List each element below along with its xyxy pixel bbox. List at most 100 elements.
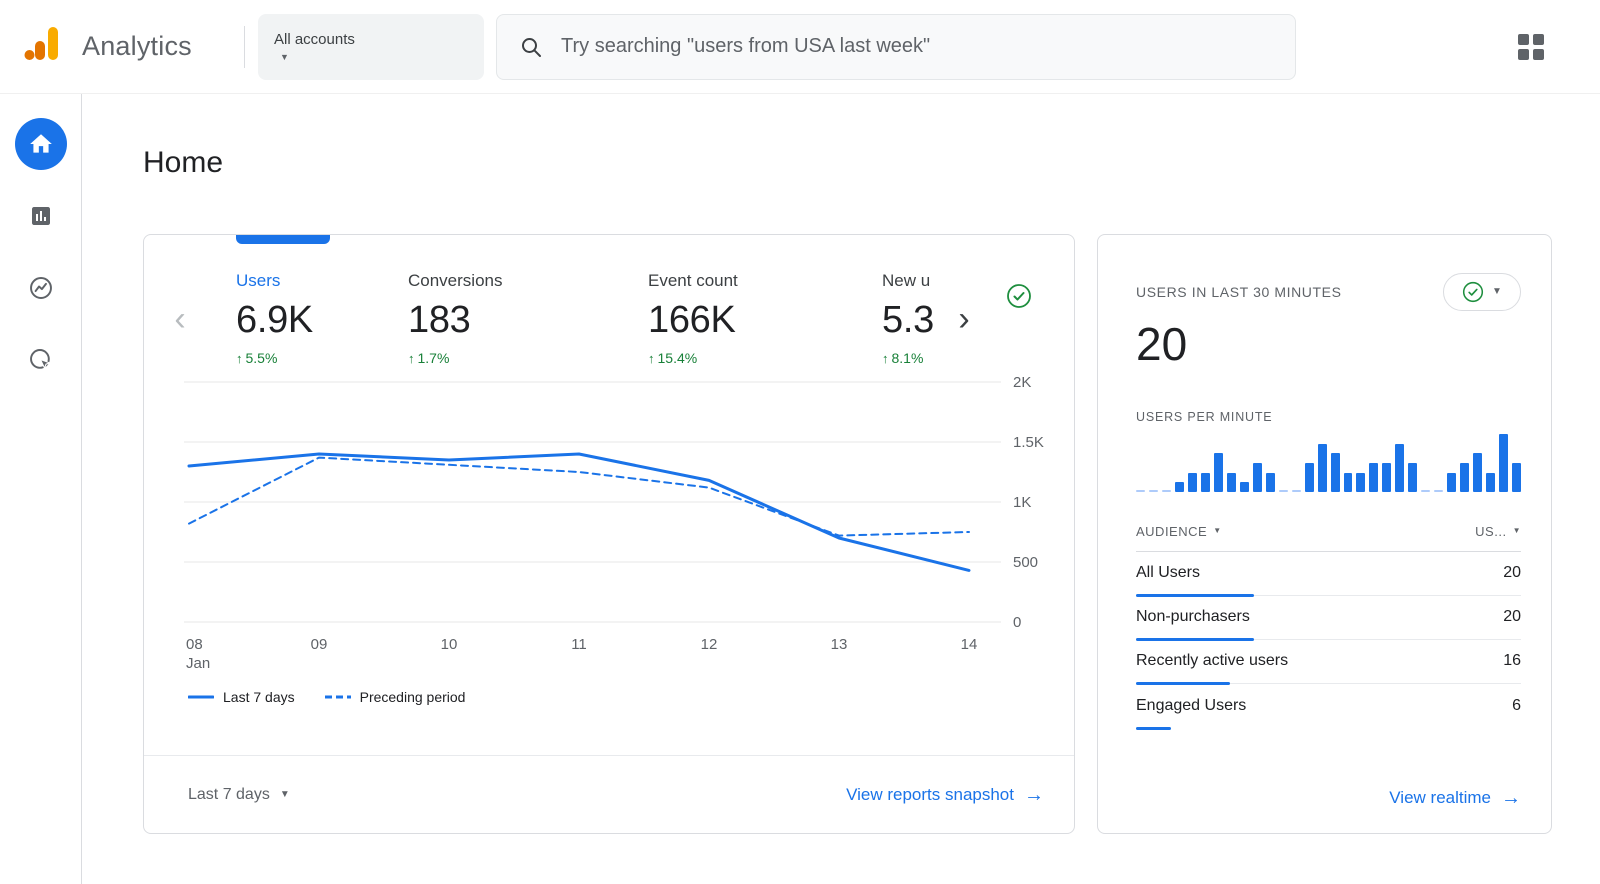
- y-axis-tick-label: 2K: [1013, 374, 1031, 391]
- date-range-selector[interactable]: Last 7 days ▼: [188, 786, 290, 804]
- apps-grid-icon[interactable]: [1518, 34, 1544, 60]
- x-axis-tick-label: 13: [831, 636, 848, 653]
- apps-grid-dot: [1518, 34, 1529, 45]
- chevron-down-icon: ▼: [1492, 287, 1502, 297]
- apps-grid-dot: [1518, 49, 1529, 60]
- audience-value: 16: [1503, 652, 1521, 670]
- arrow-forward-icon: →: [1501, 788, 1521, 808]
- sidebar-item-reports[interactable]: [15, 190, 67, 242]
- minute-bar: [1369, 463, 1378, 492]
- sidebar-item-explore[interactable]: [15, 262, 67, 314]
- audience-row[interactable]: Engaged Users 6: [1136, 684, 1521, 728]
- minute-bar: [1421, 490, 1430, 492]
- metric-label: New u: [882, 271, 952, 291]
- audience-name: All Users: [1136, 564, 1200, 582]
- x-axis-tick-label: 09: [311, 636, 328, 653]
- dashed-line-swatch: [325, 694, 351, 700]
- metric-label: Event count: [648, 271, 882, 291]
- chevron-down-icon: ▼: [280, 790, 290, 800]
- sidebar-item-home[interactable]: [15, 118, 67, 170]
- view-realtime-link[interactable]: View realtime →: [1389, 788, 1521, 808]
- audience-row[interactable]: All Users 20: [1136, 552, 1521, 596]
- main-content: Home ‹ Users 6.9K ↑ 5.5% Conversions 183: [82, 94, 1600, 884]
- audience-row-bar: [1136, 727, 1171, 730]
- minute-bar: [1175, 482, 1184, 492]
- minute-bar: [1512, 463, 1521, 492]
- minute-bar: [1136, 490, 1145, 492]
- y-axis-tick-label: 0: [1013, 614, 1021, 631]
- minute-bar: [1395, 444, 1404, 492]
- metric-delta-value: 1.7%: [418, 350, 450, 366]
- users-last-30min-value: 20: [1136, 319, 1521, 370]
- metric-users[interactable]: Users 6.9K ↑ 5.5%: [236, 271, 408, 366]
- data-quality-icon[interactable]: [1006, 283, 1032, 314]
- minute-bar: [1253, 463, 1262, 492]
- audience-name: Recently active users: [1136, 652, 1288, 670]
- overview-card: ‹ Users 6.9K ↑ 5.5% Conversions 183 ↑ 1.…: [143, 234, 1075, 834]
- bar-chart-icon: [29, 204, 53, 228]
- cards-row: ‹ Users 6.9K ↑ 5.5% Conversions 183 ↑ 1.…: [143, 234, 1552, 834]
- date-range-label: Last 7 days: [188, 786, 270, 804]
- app-name: Analytics: [82, 31, 192, 62]
- metrics-scroll-right-button[interactable]: ›: [952, 302, 976, 336]
- metric-delta: ↑ 15.4%: [648, 350, 882, 366]
- metrics-scroll-left-button[interactable]: ‹: [168, 302, 192, 336]
- minute-bar: [1356, 473, 1365, 492]
- y-axis-tick-label: 1.5K: [1013, 434, 1044, 451]
- realtime-card-header: USERS IN LAST 30 MINUTES ▼: [1136, 273, 1521, 311]
- overview-card-footer: Last 7 days ▼ View reports snapshot →: [144, 755, 1074, 833]
- minute-bar: [1318, 444, 1327, 492]
- apps-grid-dot: [1533, 34, 1544, 45]
- audience-row[interactable]: Non-purchasers 20: [1136, 596, 1521, 640]
- explore-icon: [28, 275, 54, 301]
- minute-bar: [1408, 463, 1417, 492]
- audience-column-header[interactable]: AUDIENCE ▼: [1136, 524, 1222, 539]
- y-axis-tick-label: 1K: [1013, 494, 1031, 511]
- x-axis-tick-label: 12: [701, 636, 718, 653]
- minute-bar: [1227, 473, 1236, 492]
- minute-bar: [1162, 490, 1171, 492]
- realtime-status-dropdown[interactable]: ▼: [1443, 273, 1521, 311]
- search-input[interactable]: [561, 35, 1273, 58]
- search-bar[interactable]: [496, 14, 1296, 80]
- audience-value: 20: [1503, 564, 1521, 582]
- up-arrow-icon: ↑: [236, 351, 243, 366]
- analytics-logo-icon[interactable]: [22, 24, 62, 69]
- x-axis-tick-label: 08: [186, 636, 203, 653]
- metric-delta: ↑ 8.1%: [882, 350, 952, 366]
- view-reports-snapshot-label: View reports snapshot: [846, 785, 1014, 805]
- sidebar-item-advertising[interactable]: [15, 334, 67, 386]
- metric-delta-value: 15.4%: [658, 350, 698, 366]
- account-selector[interactable]: All accounts ▼: [258, 14, 484, 80]
- users-per-minute-chart: [1136, 432, 1521, 492]
- realtime-card: USERS IN LAST 30 MINUTES ▼ 20 USERS PER …: [1097, 234, 1552, 834]
- audience-name: Engaged Users: [1136, 697, 1246, 715]
- home-icon: [28, 131, 54, 157]
- up-arrow-icon: ↑: [882, 351, 889, 366]
- minute-bar: [1434, 490, 1443, 492]
- header-divider: [244, 26, 245, 68]
- view-reports-snapshot-link[interactable]: View reports snapshot →: [846, 785, 1044, 805]
- active-tab-indicator: [236, 235, 330, 244]
- metric-event-count[interactable]: Event count 166K ↑ 15.4%: [648, 271, 882, 366]
- users-column-label: US...: [1475, 524, 1506, 539]
- page-title: Home: [143, 146, 1552, 180]
- users-column-header[interactable]: US... ▼: [1475, 524, 1521, 539]
- minute-bar: [1214, 453, 1223, 492]
- solid-series-line: [189, 454, 969, 570]
- minute-bar: [1447, 473, 1456, 492]
- metric-conversions[interactable]: Conversions 183 ↑ 1.7%: [408, 271, 648, 366]
- chevron-down-icon: ▼: [1513, 527, 1521, 535]
- minute-bar: [1499, 434, 1508, 492]
- metric-new-users[interactable]: New u 5.3 ↑ 8.1%: [882, 271, 952, 366]
- arrow-forward-icon: →: [1024, 785, 1044, 805]
- up-arrow-icon: ↑: [408, 351, 415, 366]
- realtime-title: USERS IN LAST 30 MINUTES: [1136, 284, 1342, 300]
- x-axis-sublabel: Jan: [186, 655, 210, 672]
- users-per-minute-label: USERS PER MINUTE: [1136, 410, 1521, 424]
- minute-bar: [1149, 490, 1158, 492]
- advertising-icon: [28, 347, 54, 373]
- audience-row[interactable]: Recently active users 16: [1136, 640, 1521, 684]
- check-circle-icon: [1006, 283, 1032, 309]
- realtime-card-footer: View realtime →: [1136, 763, 1521, 833]
